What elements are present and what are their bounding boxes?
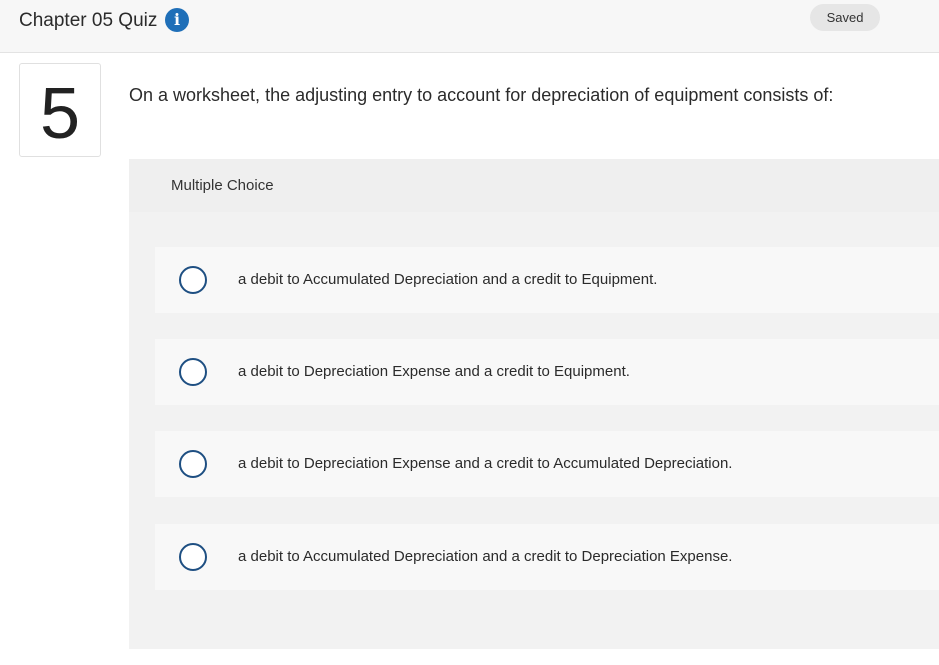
question-number-box: 5	[19, 63, 101, 157]
answer-option-3[interactable]: a debit to Depreciation Expense and a cr…	[155, 431, 939, 497]
multiple-choice-panel: Multiple Choice a debit to Accumulated D…	[129, 159, 939, 649]
answer-option-text: a debit to Depreciation Expense and a cr…	[238, 455, 733, 472]
answer-option-4[interactable]: a debit to Accumulated Depreciation and …	[155, 524, 939, 590]
question-type-header: Multiple Choice	[129, 159, 939, 212]
answer-option-2[interactable]: a debit to Depreciation Expense and a cr…	[155, 339, 939, 405]
radio-button[interactable]	[179, 450, 207, 478]
question-text: On a worksheet, the adjusting entry to a…	[129, 85, 834, 105]
quiz-header: Chapter 05 Quiz i Saved	[0, 0, 939, 53]
answer-option-text: a debit to Depreciation Expense and a cr…	[238, 363, 630, 380]
question-type-label: Multiple Choice	[171, 177, 274, 194]
radio-button[interactable]	[179, 266, 207, 294]
answer-option-1[interactable]: a debit to Accumulated Depreciation and …	[155, 247, 939, 313]
radio-button[interactable]	[179, 543, 207, 571]
info-icon[interactable]: i	[165, 8, 189, 32]
answer-option-text: a debit to Accumulated Depreciation and …	[238, 271, 658, 288]
answer-option-text: a debit to Accumulated Depreciation and …	[238, 548, 733, 565]
radio-button[interactable]	[179, 358, 207, 386]
question-number: 5	[39, 74, 81, 154]
quiz-title: Chapter 05 Quiz	[19, 10, 158, 31]
saved-status-badge: Saved	[810, 4, 880, 31]
